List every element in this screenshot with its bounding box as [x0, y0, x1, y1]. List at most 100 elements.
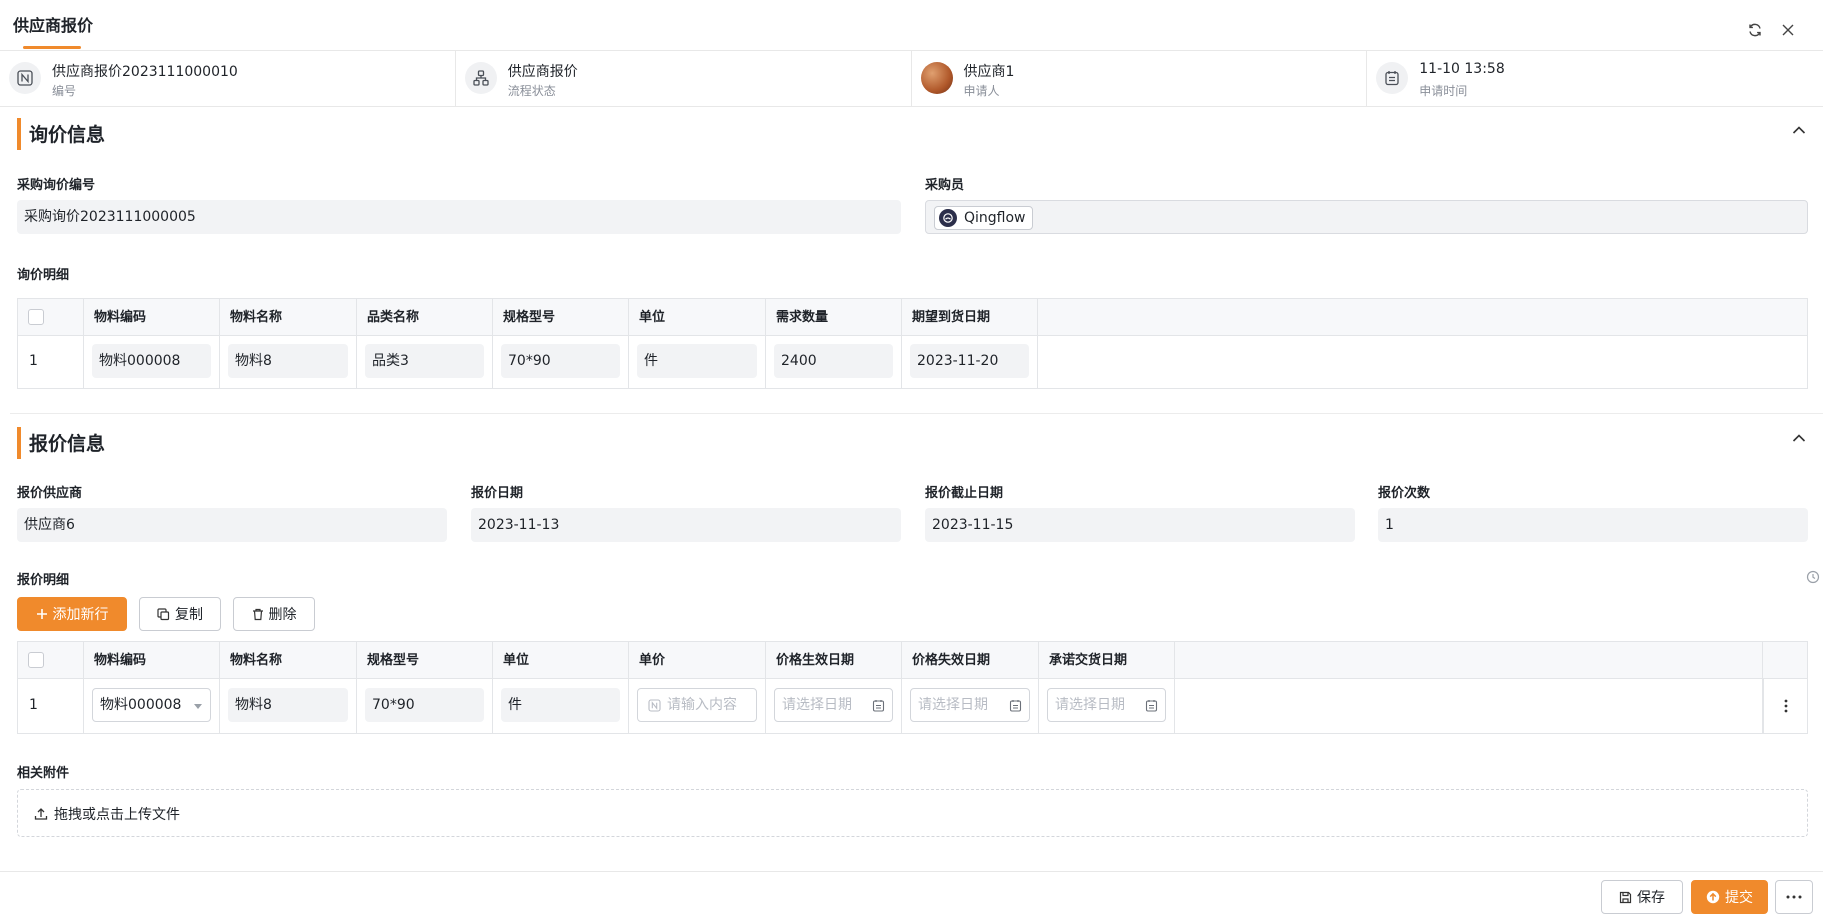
cell-value: 物料000008	[92, 344, 211, 378]
close-icon[interactable]	[1778, 20, 1798, 40]
quote-detail-table: 物料编码 物料名称 规格型号 单位 单价 价格生效日期 价格失效日期 承诺交货日…	[17, 641, 1808, 734]
submit-button[interactable]: 提交	[1691, 880, 1768, 914]
table-cell: 请选择日期	[1039, 679, 1175, 733]
record-meta-row: 供应商报价2023111000010 编号 供应商报价 流程状态 供应商1 申请…	[0, 51, 1823, 107]
table-row: 1 物料000008 物料8 品类3 70*90 件 2400 2023-11-…	[18, 336, 1807, 388]
table-cell: 物料8	[220, 336, 357, 388]
select-all-checkbox[interactable]	[28, 309, 44, 325]
plus-icon	[36, 609, 47, 619]
table-cell: 物料000008	[84, 336, 220, 388]
meta-value: 供应商1	[963, 64, 1015, 80]
quote-date-field: 2023-11-13	[471, 508, 901, 542]
meta-value: 供应商报价	[507, 64, 578, 80]
filler-cell	[1175, 679, 1763, 733]
table-cell: 请选择日期	[902, 679, 1039, 733]
inquiry-section-header: 询价信息	[17, 118, 105, 150]
save-button[interactable]: 保存	[1601, 880, 1683, 914]
filler-column	[1175, 642, 1763, 679]
meta-label: 流程状态	[507, 84, 556, 98]
trash-icon	[252, 608, 263, 620]
effective-date-picker[interactable]: 请选择日期	[774, 688, 893, 722]
table-header: 物料编码 物料名称 品类名称 规格型号 单位 需求数量 期望到货日期	[18, 299, 1807, 336]
cell-value: 物料8	[228, 344, 348, 378]
id-icon	[9, 62, 41, 94]
buyer-name: Qingflow	[964, 210, 1026, 226]
table-cell: 请选择日期	[766, 679, 902, 733]
attachments-label: 相关附件	[17, 766, 70, 781]
section-title: 报价信息	[29, 433, 106, 455]
section-divider	[10, 413, 1823, 414]
meta-value: 供应商报价2023111000010	[52, 64, 238, 80]
placeholder: 请输入内容	[667, 697, 737, 713]
table-cell: 70*90	[493, 336, 629, 388]
table-cell: 物料8	[220, 679, 357, 733]
save-icon	[1619, 891, 1632, 903]
expire-date-picker[interactable]: 请选择日期	[910, 688, 1030, 722]
column-header: 价格生效日期	[766, 642, 902, 679]
avatar	[920, 62, 953, 94]
meta-label: 申请时间	[1419, 84, 1468, 98]
inquiry-detail-label: 询价明细	[17, 268, 70, 283]
inquiry-code-label: 采购询价编号	[17, 178, 96, 193]
chevron-up-icon[interactable]	[1789, 120, 1809, 140]
table-cell: 70*90	[357, 679, 493, 733]
upload-dropzone[interactable]: 拖拽或点击上传文件	[17, 789, 1808, 837]
meta-applicant: 供应商1 申请人	[912, 51, 1368, 107]
upload-trigger[interactable]: 拖拽或点击上传文件	[34, 804, 180, 824]
table-cell: 2023-11-20	[902, 336, 1038, 388]
column-header: 规格型号	[493, 299, 629, 336]
upload-text: 拖拽或点击上传文件	[54, 807, 180, 823]
column-header: 期望到货日期	[902, 299, 1038, 336]
delivery-date-picker[interactable]: 请选择日期	[1047, 688, 1166, 722]
meta-flow-status: 供应商报价 流程状态	[456, 51, 912, 107]
cell-value: 件	[501, 688, 620, 722]
inquiry-code-field: 采购询价2023111000005	[17, 200, 901, 234]
placeholder: 请选择日期	[1055, 697, 1125, 713]
quote-detail-label: 报价明细	[17, 573, 70, 588]
row-number-cell: 1	[18, 679, 84, 733]
column-header: 单位	[493, 642, 629, 679]
tab-supplier-quote[interactable]: 供应商报价	[13, 12, 93, 36]
cell-value: 2400	[774, 344, 893, 378]
calendar-icon	[1376, 62, 1409, 94]
quote-supplier-field: 供应商6	[17, 508, 447, 542]
chevron-up-icon[interactable]	[1789, 428, 1809, 448]
quote-deadline-field: 2023-11-15	[925, 508, 1355, 542]
delete-label: 删除	[268, 607, 297, 623]
add-row-button[interactable]: 添加新行	[17, 597, 127, 631]
active-tab-indicator	[23, 46, 81, 49]
column-header: 单位	[629, 299, 766, 336]
quote-count-field: 1	[1378, 508, 1808, 542]
caret-down-icon	[194, 689, 202, 721]
quote-count-label: 报价次数	[1378, 486, 1431, 501]
copy-label: 复制	[175, 607, 203, 623]
calendar-icon	[1009, 699, 1022, 712]
meta-label: 编号	[52, 84, 77, 98]
material-code-select[interactable]: 物料000008	[92, 688, 211, 722]
add-row-label: 添加新行	[52, 607, 109, 623]
column-header: 物料编码	[84, 642, 220, 679]
quote-section-header: 报价信息	[17, 427, 105, 459]
submit-label: 提交	[1725, 890, 1753, 906]
copy-button[interactable]: 复制	[139, 597, 221, 631]
column-header: 物料名称	[220, 642, 357, 679]
refresh-icon[interactable]	[1745, 20, 1765, 40]
workflow-icon	[464, 62, 497, 94]
delete-button[interactable]: 删除	[233, 597, 315, 631]
table-cell: 品类3	[357, 336, 493, 388]
buyer-chip[interactable]: Qingflow	[934, 206, 1033, 230]
more-actions-button[interactable]	[1775, 880, 1813, 914]
table-cell: 件	[493, 679, 629, 733]
placeholder: 请选择日期	[918, 697, 988, 713]
column-header: 承诺交货日期	[1039, 642, 1175, 679]
cell-value: 件	[637, 344, 757, 378]
select-all-checkbox[interactable]	[28, 652, 44, 668]
table-cell: 请输入内容	[629, 679, 766, 733]
history-icon[interactable]	[1806, 570, 1820, 584]
placeholder: 请选择日期	[782, 697, 852, 713]
qingflow-logo-icon	[939, 209, 957, 227]
row-number: 1	[29, 697, 38, 713]
row-actions-cell	[1763, 679, 1807, 733]
unit-price-input[interactable]: 请输入内容	[637, 688, 757, 722]
more-vertical-icon[interactable]	[1783, 698, 1789, 714]
